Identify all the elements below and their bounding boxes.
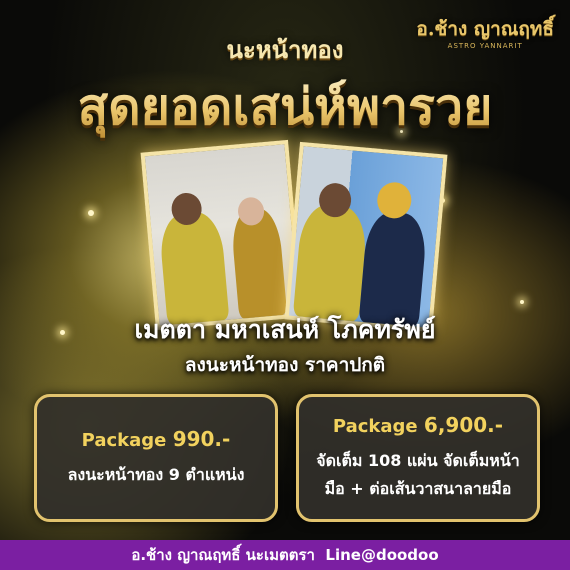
footer-contact: อ.ช้าง ญาณฤทธิ์ นะเมตตรา Line@doodoo [131, 546, 439, 564]
package-card-990[interactable]: Package 990.- ลงนะหน้าทอง 9 ตำแหน่ง [34, 394, 278, 522]
subtitle-main: เมตตา มหาเสน่ห์ โภคทรัพย์ [134, 315, 436, 344]
photo-ritual-left [140, 139, 304, 331]
subtitle-sub: ลงนะหน้าทอง ราคาปกติ [184, 354, 386, 376]
footer-bar: อ.ช้าง ญาณฤทธิ์ นะเมตตรา Line@doodoo [0, 540, 570, 570]
package-heading: Package 990.- [82, 427, 231, 451]
package-detail: ลงนะหน้าทอง 9 ตำแหน่ง [67, 465, 245, 484]
kicker-title: นะหน้าทอง [226, 35, 344, 64]
package-label: Package [332, 416, 418, 437]
package-detail: จัดเต็ม 108 แผ่น จัดเต็มหน้า [316, 451, 520, 470]
headline: สุดยอดเสน่ห์พารวย [0, 68, 570, 147]
package-price: 6,900.- [423, 413, 504, 437]
package-detail: มือ + ต่อเส้นวาสนาลายมือ [324, 479, 512, 498]
package-label: Package [81, 430, 167, 451]
promo-poster: อ.ช้าง ญาณฤทธิ์ ASTRO YANNARIT นะหน้าทอง… [0, 0, 570, 570]
package-heading: Package 6,900.- [333, 413, 503, 437]
sparkle [520, 300, 524, 304]
package-card-6900[interactable]: Package 6,900.- จัดเต็ม 108 แผ่น จัดเต็ม… [296, 394, 540, 522]
package-price: 990.- [172, 427, 231, 451]
photo-ritual-right [284, 141, 448, 333]
sparkle [88, 210, 94, 216]
